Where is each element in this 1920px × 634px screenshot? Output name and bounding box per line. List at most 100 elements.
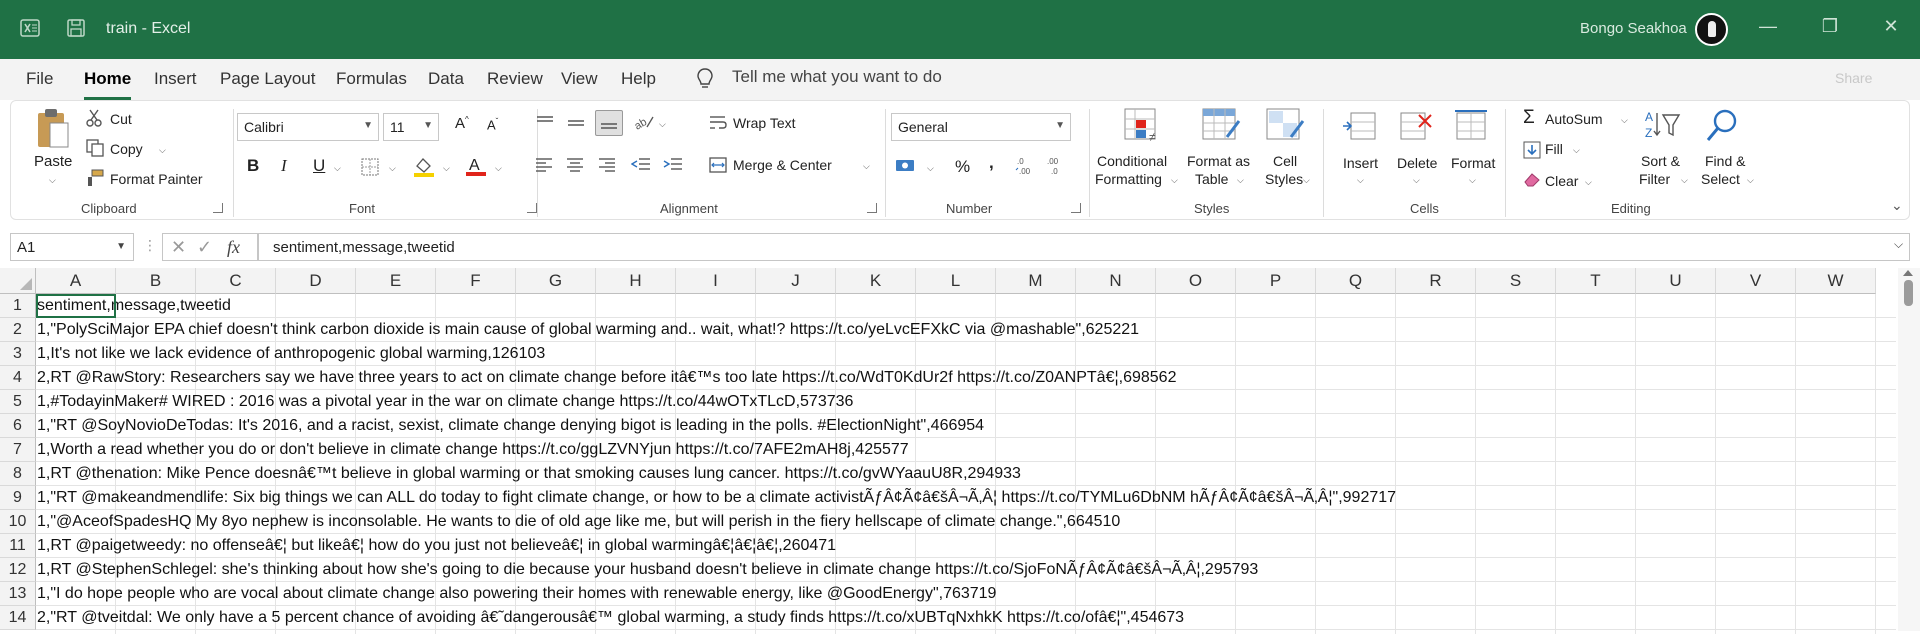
row-header-13[interactable]: 13: [0, 582, 36, 606]
lightbulb-icon[interactable]: [697, 68, 713, 95]
cell-a11[interactable]: 1,RT @paigetweedy: no offenseâ€¦ but lik…: [37, 534, 836, 558]
cell-a13[interactable]: 1,"I do hope people who are vocal about …: [37, 582, 996, 606]
delete-cells-button[interactable]: Delete: [1397, 155, 1437, 171]
tab-data[interactable]: Data: [428, 69, 464, 89]
share-button[interactable]: Share: [1835, 70, 1872, 86]
sort-filter-label-2[interactable]: Filter: [1639, 171, 1670, 187]
fill-icon[interactable]: [1523, 141, 1541, 164]
tab-file[interactable]: File: [26, 69, 53, 89]
column-header-r[interactable]: R: [1396, 268, 1476, 294]
copy-dropdown-icon[interactable]: ⌵: [159, 145, 166, 156]
conditional-formatting-label-2[interactable]: Formatting: [1095, 171, 1162, 187]
row-header-14[interactable]: 14: [0, 606, 36, 630]
cell-styles-label-1[interactable]: Cell: [1273, 153, 1297, 169]
font-dialog-launcher[interactable]: [527, 203, 537, 213]
delete-cells-dropdown-icon[interactable]: ⌵: [1413, 175, 1420, 186]
copy-icon[interactable]: [86, 139, 104, 162]
conditional-formatting-icon[interactable]: ≠: [1123, 107, 1163, 148]
row-header-12[interactable]: 12: [0, 558, 36, 582]
tab-help[interactable]: Help: [621, 69, 656, 89]
autosum-icon[interactable]: Σ: [1523, 107, 1535, 129]
percent-button[interactable]: %: [955, 157, 970, 177]
merge-center-button[interactable]: Merge & Center: [733, 157, 832, 173]
insert-cells-button[interactable]: Insert: [1343, 155, 1378, 171]
column-header-d[interactable]: D: [276, 268, 356, 294]
sort-filter-icon[interactable]: AZ: [1643, 107, 1683, 148]
number-dialog-launcher[interactable]: [1071, 203, 1081, 213]
column-header-i[interactable]: I: [676, 268, 756, 294]
insert-function-icon[interactable]: fx: [227, 237, 240, 258]
cell-a9[interactable]: 1,"RT @makeandmendlife: Six big things w…: [37, 486, 1396, 510]
fill-color-dropdown-icon[interactable]: ⌵: [443, 163, 450, 174]
font-family-select[interactable]: Calibri ▼: [237, 113, 379, 141]
clipboard-dialog-launcher[interactable]: [213, 203, 223, 213]
clear-dropdown-icon[interactable]: ⌵: [1585, 177, 1592, 188]
increase-decimal-icon[interactable]: .0.00: [1015, 155, 1037, 182]
currency-dropdown-icon[interactable]: ⌵: [927, 163, 934, 174]
tab-view[interactable]: View: [561, 69, 598, 89]
format-painter-icon[interactable]: [86, 169, 104, 192]
fill-button[interactable]: Fill: [1545, 141, 1563, 157]
font-color-icon[interactable]: A: [465, 155, 487, 182]
row-header-4[interactable]: 4: [0, 366, 36, 390]
column-header-l[interactable]: L: [916, 268, 996, 294]
format-painter-button[interactable]: Format Painter: [110, 171, 203, 187]
currency-icon[interactable]: [895, 157, 917, 180]
name-box[interactable]: A1 ▼: [10, 233, 134, 261]
tell-me-search[interactable]: Tell me what you want to do: [732, 67, 942, 87]
tab-page-layout[interactable]: Page Layout: [220, 69, 315, 89]
italic-button[interactable]: I: [281, 156, 287, 176]
tab-review[interactable]: Review: [487, 69, 543, 89]
column-header-p[interactable]: P: [1236, 268, 1316, 294]
decrease-indent-icon[interactable]: [630, 157, 651, 178]
row-header-5[interactable]: 5: [0, 390, 36, 414]
scroll-thumb[interactable]: [1904, 280, 1913, 306]
save-icon[interactable]: [66, 18, 86, 43]
increase-indent-icon[interactable]: [663, 157, 683, 178]
paste-icon[interactable]: [35, 107, 71, 156]
formula-input[interactable]: sentiment,message,tweetid: [258, 233, 1910, 261]
bold-button[interactable]: B: [247, 156, 259, 176]
cell-styles-icon[interactable]: [1265, 107, 1305, 148]
decrease-decimal-icon[interactable]: .00.0: [1045, 155, 1067, 182]
user-name[interactable]: Bongo Seakhoa: [1580, 20, 1687, 37]
cell-a4[interactable]: 2,RT @RawStory: Researchers say we have …: [37, 366, 1176, 390]
merge-center-dropdown-icon[interactable]: ⌵: [863, 161, 870, 172]
underline-dropdown-icon[interactable]: ⌵: [334, 163, 341, 174]
avatar[interactable]: [1695, 13, 1728, 46]
autosum-button[interactable]: AutoSum: [1545, 111, 1603, 127]
cut-icon[interactable]: [86, 109, 102, 132]
merge-center-icon[interactable]: [709, 157, 727, 178]
tab-home[interactable]: Home: [84, 69, 132, 100]
wrap-text-button[interactable]: Wrap Text: [733, 115, 796, 131]
comma-style-button[interactable]: ,: [989, 153, 994, 173]
cell-a10[interactable]: 1,"@AceofSpadesHQ My 8yo nephew is incon…: [37, 510, 1120, 534]
underline-button[interactable]: U: [313, 156, 325, 176]
orientation-icon[interactable]: ab: [632, 113, 655, 136]
delete-cells-icon[interactable]: [1397, 109, 1433, 148]
cell-a12[interactable]: 1,RT @StephenSchlegel: she's thinking ab…: [37, 558, 1258, 582]
cell-a14[interactable]: 2,"RT @tveitdal: We only have a 5 percen…: [37, 606, 1184, 630]
cell-a6[interactable]: 1,"RT @SoyNovioDeTodas: It's 2016, and a…: [37, 414, 984, 438]
find-select-label-2[interactable]: Select: [1701, 171, 1740, 187]
format-as-table-label-1[interactable]: Format as: [1187, 153, 1250, 169]
format-as-table-label-2[interactable]: Table: [1195, 171, 1228, 187]
row-header-9[interactable]: 9: [0, 486, 36, 510]
cut-button[interactable]: Cut: [110, 111, 132, 127]
column-header-n[interactable]: N: [1076, 268, 1156, 294]
row-header-8[interactable]: 8: [0, 462, 36, 486]
column-header-c[interactable]: C: [196, 268, 276, 294]
alignment-dialog-launcher[interactable]: [867, 203, 877, 213]
conditional-formatting-label-1[interactable]: Conditional: [1097, 153, 1167, 169]
paste-dropdown-icon[interactable]: ⌵: [49, 175, 56, 186]
formula-bar-grip-icon[interactable]: ⋮: [143, 237, 157, 254]
increase-font-size-icon[interactable]: A^: [455, 115, 469, 132]
cell-a3[interactable]: 1,It's not like we lack evidence of anth…: [37, 342, 545, 366]
vertical-scrollbar[interactable]: [1898, 268, 1920, 631]
row-header-11[interactable]: 11: [0, 534, 36, 558]
column-header-m[interactable]: M: [996, 268, 1076, 294]
select-all-corner[interactable]: [0, 268, 36, 294]
tab-insert[interactable]: Insert: [154, 69, 197, 89]
cell-styles-label-2[interactable]: Styles: [1265, 171, 1303, 187]
tab-formulas[interactable]: Formulas: [336, 69, 407, 89]
